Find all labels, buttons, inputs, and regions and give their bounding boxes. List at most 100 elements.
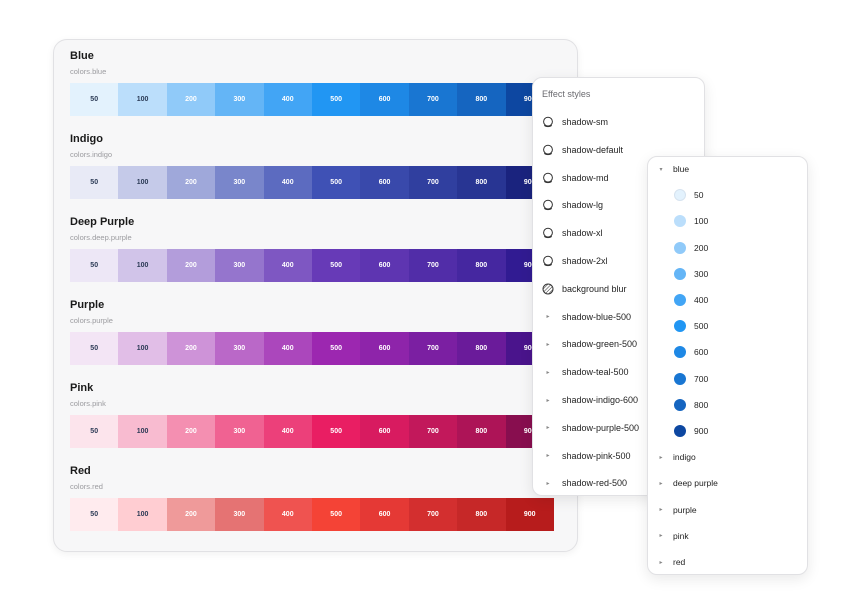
color-swatch[interactable]: 600 [360,415,409,448]
color-swatch[interactable]: 400 [263,498,312,531]
caret-right-icon[interactable]: ▸ [657,559,665,566]
color-swatch[interactable]: 700 [408,498,458,531]
color-swatch[interactable]: 50 [70,498,119,531]
caret-right-icon[interactable]: ▸ [542,452,554,459]
color-swatch[interactable]: 50 [70,166,119,199]
caret-right-icon[interactable]: ▸ [542,397,554,404]
swatch-row: 50 100 200 300 400 500 600 700 800 900 [70,332,554,365]
color-swatch[interactable]: 500 [311,498,361,531]
color-swatch[interactable]: 700 [408,415,458,448]
color-swatch[interactable]: 50 [70,415,119,448]
color-swatch[interactable]: 800 [457,498,506,531]
color-swatch[interactable]: 100 [118,332,167,365]
color-style-item[interactable]: 600 [648,339,807,365]
color-style-group[interactable]: ▸ indigo [648,444,807,470]
color-swatch[interactable]: 200 [166,415,216,448]
color-swatch[interactable]: 50 [70,83,119,116]
color-style-group[interactable]: ▸ deep purple [648,470,807,496]
color-swatch[interactable]: 400 [263,332,312,365]
color-style-item[interactable]: 800 [648,392,807,418]
effect-style-label: shadow-blue-500 [562,311,632,322]
color-swatch[interactable]: 200 [166,332,216,365]
color-style-item[interactable]: 100 [648,208,807,234]
color-swatch[interactable]: 50 [70,249,119,282]
color-swatch[interactable]: 500 [311,415,361,448]
color-swatch[interactable]: 100 [118,498,167,531]
color-swatch[interactable]: 200 [166,83,216,116]
color-swatch[interactable]: 100 [118,249,167,282]
color-style-group[interactable]: ▾ blue [648,157,807,182]
color-swatch[interactable]: 500 [311,332,361,365]
color-swatch[interactable]: 700 [408,166,458,199]
color-swatch[interactable]: 300 [215,415,264,448]
color-style-group[interactable]: ▸ red [648,549,807,574]
color-style-item-label: 900 [694,426,709,436]
color-swatch[interactable]: 300 [215,332,264,365]
color-swatch[interactable]: 600 [360,498,409,531]
caret-down-icon[interactable]: ▾ [657,166,665,173]
color-style-item-label: 600 [694,347,709,358]
color-swatch[interactable]: 50 [70,332,119,365]
color-swatch[interactable]: 800 [457,166,506,199]
effect-style-item[interactable]: shadow-sm [533,109,704,135]
color-style-item[interactable]: 500 [648,313,807,339]
caret-right-icon[interactable]: ▸ [657,506,665,513]
swatch-row: 50 100 200 300 400 500 600 700 800 900 [70,498,554,531]
color-swatch[interactable]: 700 [408,332,458,365]
color-swatch[interactable]: 200 [166,249,216,282]
color-swatch[interactable]: 600 [360,249,409,282]
color-swatch[interactable]: 400 [263,166,312,199]
color-swatch[interactable]: 800 [457,83,506,116]
caret-right-icon[interactable]: ▸ [542,313,554,320]
color-swatch[interactable]: 800 [457,249,506,282]
caret-right-icon[interactable]: ▸ [542,424,554,431]
color-swatch[interactable]: 200 [166,166,216,199]
drop-shadow-icon [542,172,554,184]
effect-style-label: shadow-green-500 [562,339,638,350]
palette-group-title: Red [70,465,91,477]
color-swatch[interactable]: 100 [118,83,167,116]
color-swatch[interactable]: 500 [311,83,361,116]
color-style-item[interactable]: 700 [648,366,807,392]
color-style-item[interactable]: 50 [648,182,807,208]
color-swatch[interactable]: 100 [118,415,167,448]
caret-right-icon[interactable]: ▸ [542,369,554,376]
caret-right-icon[interactable]: ▸ [657,480,665,487]
color-swatch[interactable]: 300 [215,498,264,531]
color-swatch[interactable]: 500 [311,166,361,199]
caret-right-icon[interactable]: ▸ [542,480,554,487]
color-swatch[interactable]: 600 [360,332,409,365]
color-style-item-label: 400 [694,295,709,305]
color-swatch[interactable]: 600 [360,83,409,116]
color-swatch[interactable]: 700 [408,83,458,116]
palette-group-title: Deep Purple [70,216,135,228]
color-swatch[interactable]: 300 [215,166,264,199]
color-style-item-label: 100 [694,216,709,227]
color-swatch[interactable]: 400 [263,249,312,282]
color-swatch[interactable]: 900 [505,498,554,531]
color-swatch[interactable]: 800 [457,415,506,448]
caret-right-icon[interactable]: ▸ [542,341,554,348]
color-swatch[interactable]: 200 [166,498,216,531]
effect-style-label: shadow-md [562,172,609,183]
color-swatch[interactable]: 400 [263,83,312,116]
color-style-item[interactable]: 400 [648,287,807,313]
color-swatch[interactable]: 300 [215,249,264,282]
color-style-group[interactable]: ▸ pink [648,523,807,549]
color-swatch[interactable]: 700 [408,249,458,282]
color-style-group[interactable]: ▸ purple [648,497,807,523]
color-swatch[interactable]: 400 [263,415,312,448]
color-style-item[interactable]: 200 [648,235,807,261]
color-swatch[interactable]: 500 [311,249,361,282]
caret-right-icon[interactable]: ▸ [657,454,665,461]
effect-style-label: shadow-default [562,144,624,155]
color-style-item[interactable]: 900 [648,418,807,444]
caret-right-icon[interactable]: ▸ [657,532,665,539]
color-chip-icon [674,346,686,359]
color-swatch[interactable]: 600 [360,166,409,199]
color-chip-icon [674,267,686,280]
color-swatch[interactable]: 800 [457,332,506,365]
color-swatch[interactable]: 300 [215,83,264,116]
color-swatch[interactable]: 100 [118,166,167,199]
color-style-item[interactable]: 300 [648,261,807,287]
